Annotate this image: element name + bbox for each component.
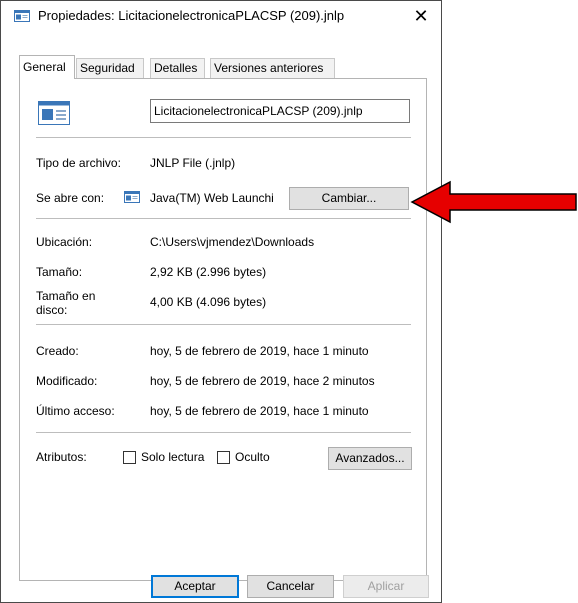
file-type-value: JNLP File (.jnlp) bbox=[150, 156, 236, 170]
opens-with-value: Java(TM) Web Launchi bbox=[150, 191, 274, 205]
cancel-button[interactable]: Cancelar bbox=[247, 575, 334, 598]
window-title: Propiedades: LicitacionelectronicaPLACSP… bbox=[38, 8, 345, 23]
hidden-checkbox-label[interactable]: Oculto bbox=[235, 450, 270, 464]
created-label: Creado: bbox=[36, 344, 79, 358]
file-name-input[interactable]: LicitacionelectronicaPLACSP (209).jnlp bbox=[150, 99, 410, 123]
last-access-label: Último acceso: bbox=[36, 404, 115, 418]
java-launcher-icon bbox=[124, 191, 140, 203]
separator bbox=[36, 218, 411, 219]
close-button[interactable]: ✕ bbox=[406, 4, 436, 28]
hidden-checkbox[interactable] bbox=[217, 451, 230, 464]
separator bbox=[36, 324, 411, 325]
size-label: Tamaño: bbox=[36, 265, 83, 279]
readonly-checkbox-label[interactable]: Solo lectura bbox=[141, 450, 204, 464]
size-on-disk-label-line1: Tamaño en bbox=[36, 289, 96, 303]
modified-value: hoy, 5 de febrero de 2019, hace 2 minuto… bbox=[150, 374, 375, 388]
jnlp-file-icon bbox=[14, 10, 30, 22]
tab-details[interactable]: Detalles bbox=[150, 58, 205, 78]
red-arrow-icon bbox=[410, 180, 577, 224]
size-on-disk-value: 4,00 KB (4.096 bytes) bbox=[150, 295, 267, 309]
tab-security[interactable]: Seguridad bbox=[76, 58, 144, 78]
separator bbox=[36, 432, 411, 433]
apply-button[interactable]: Aplicar bbox=[343, 575, 429, 598]
change-button[interactable]: Cambiar... bbox=[289, 187, 409, 210]
readonly-checkbox[interactable] bbox=[123, 451, 136, 464]
title-bar[interactable]: Propiedades: LicitacionelectronicaPLACSP… bbox=[1, 1, 441, 31]
size-value: 2,92 KB (2.996 bytes) bbox=[150, 265, 267, 279]
attributes-label: Atributos: bbox=[36, 450, 87, 464]
separator bbox=[36, 137, 411, 138]
modified-label: Modificado: bbox=[36, 374, 98, 388]
tab-general[interactable]: General bbox=[19, 55, 75, 79]
created-value: hoy, 5 de febrero de 2019, hace 1 minuto bbox=[150, 344, 369, 358]
advanced-button[interactable]: Avanzados... bbox=[328, 447, 412, 470]
size-on-disk-label-line2: disco: bbox=[36, 303, 68, 317]
jnlp-file-icon-large bbox=[38, 101, 70, 125]
general-panel: LicitacionelectronicaPLACSP (209).jnlp T… bbox=[19, 78, 427, 581]
ok-button[interactable]: Aceptar bbox=[151, 575, 239, 598]
opens-with-label: Se abre con: bbox=[36, 191, 105, 205]
location-value: C:\Users\vjmendez\Downloads bbox=[150, 235, 315, 249]
last-access-value: hoy, 5 de febrero de 2019, hace 1 minuto bbox=[150, 404, 369, 418]
location-label: Ubicación: bbox=[36, 235, 93, 249]
tab-previous-versions[interactable]: Versiones anteriores bbox=[210, 58, 335, 78]
file-type-label: Tipo de archivo: bbox=[36, 156, 121, 170]
properties-dialog: Propiedades: LicitacionelectronicaPLACSP… bbox=[0, 0, 442, 603]
